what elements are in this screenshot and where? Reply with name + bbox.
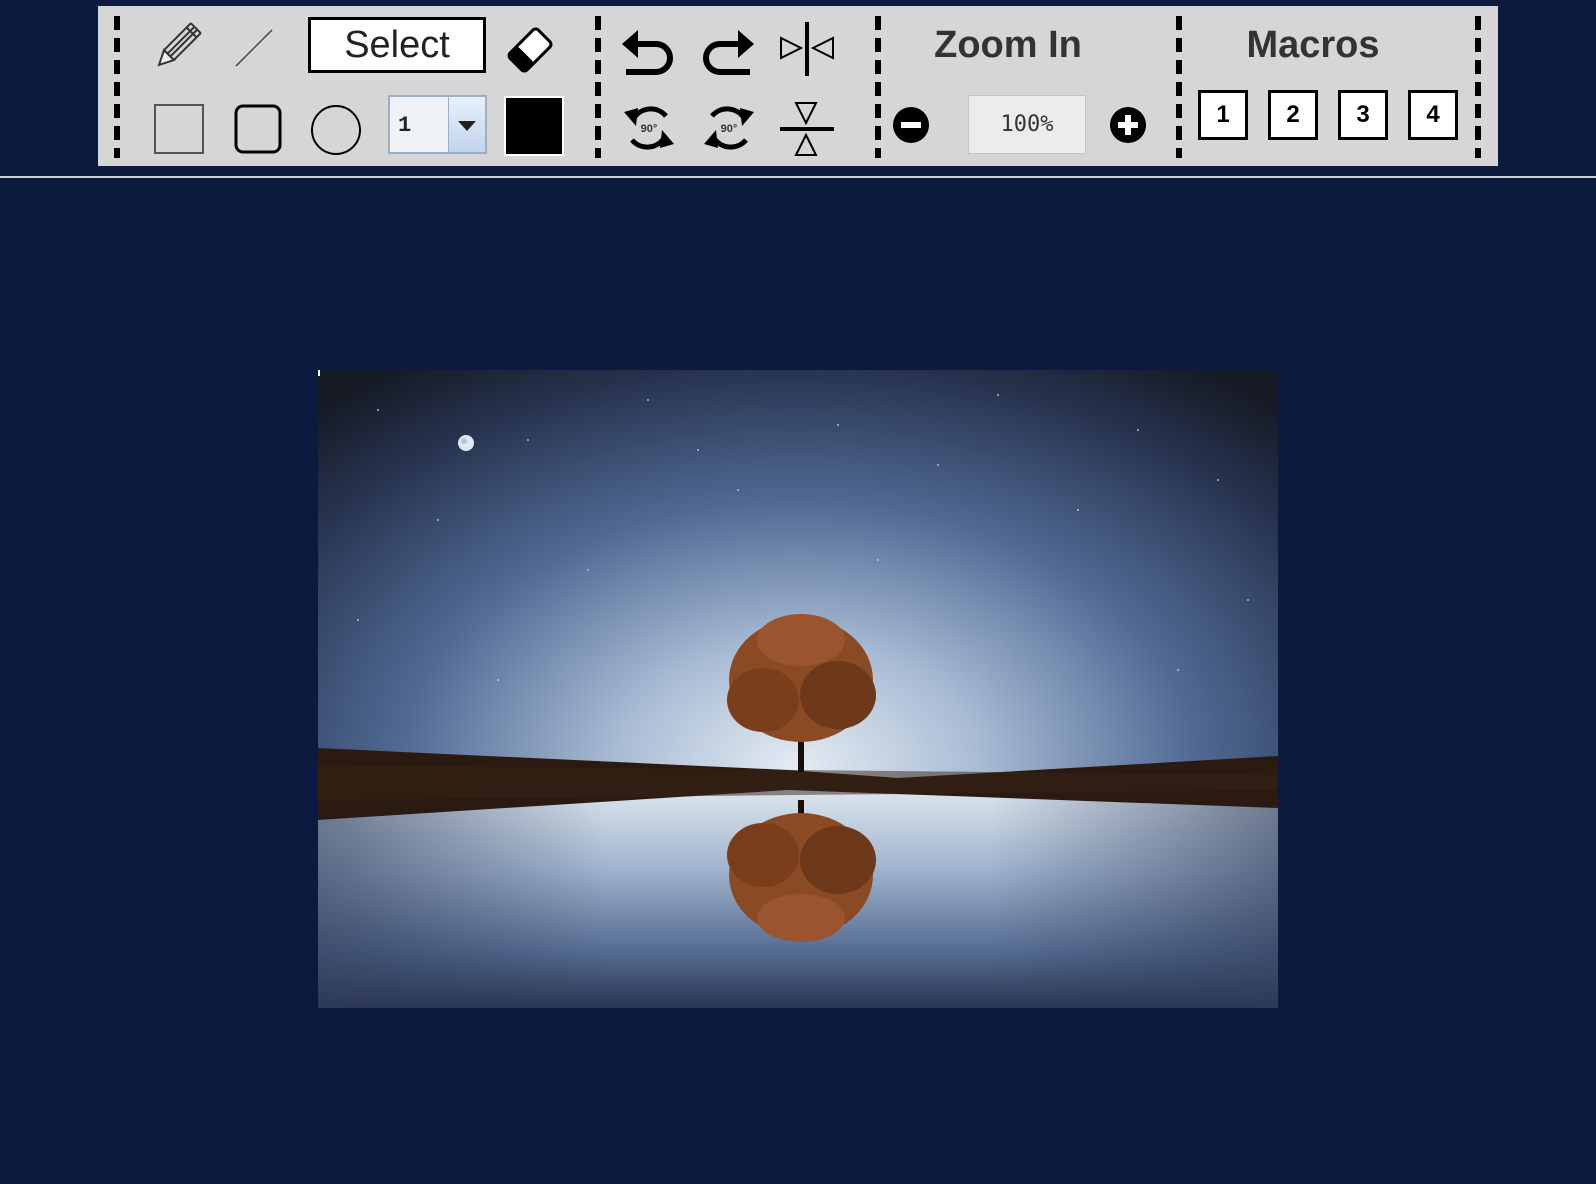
toolbar-separator bbox=[114, 16, 120, 158]
rotate-right-label: 90° bbox=[721, 123, 738, 135]
line-icon[interactable] bbox=[232, 26, 276, 70]
macro-button-1[interactable]: 1 bbox=[1198, 90, 1248, 140]
eraser-icon[interactable] bbox=[500, 20, 560, 80]
rotate-right-icon[interactable]: 90° bbox=[700, 98, 758, 158]
line-width-value: 1 bbox=[398, 113, 412, 138]
select-button[interactable]: Select bbox=[308, 17, 486, 73]
toolbar-separator bbox=[1475, 16, 1481, 158]
rotate-left-icon[interactable]: 90° bbox=[620, 98, 678, 158]
flip-vertical-icon[interactable] bbox=[778, 100, 836, 158]
macro-button-4[interactable]: 4 bbox=[1408, 90, 1458, 140]
chevron-down-icon[interactable] bbox=[448, 97, 485, 152]
macro-button-3[interactable]: 3 bbox=[1338, 90, 1388, 140]
rotate-left-label: 90° bbox=[641, 123, 658, 135]
undo-icon[interactable] bbox=[620, 22, 676, 78]
redo-icon[interactable] bbox=[700, 22, 756, 78]
rounded-rectangle-icon[interactable] bbox=[234, 104, 282, 154]
macro-button-2[interactable]: 2 bbox=[1268, 90, 1318, 140]
toolbar-divider bbox=[0, 176, 1596, 178]
toolbar-separator bbox=[595, 16, 601, 158]
minus-circle-icon[interactable] bbox=[892, 106, 930, 144]
ellipse-icon[interactable] bbox=[310, 104, 362, 156]
canvas-image[interactable] bbox=[318, 370, 1278, 1008]
zoom-title: Zoom In bbox=[934, 24, 1082, 66]
toolbar-separator bbox=[875, 16, 881, 158]
pencil-icon[interactable] bbox=[150, 22, 202, 74]
macros-title: Macros bbox=[1246, 24, 1380, 66]
toolbar-separator bbox=[1176, 16, 1182, 158]
flip-horizontal-icon[interactable] bbox=[778, 20, 836, 78]
color-picker-swatch[interactable] bbox=[504, 96, 564, 156]
zoom-level-field[interactable]: 100% bbox=[968, 95, 1086, 154]
plus-circle-icon[interactable] bbox=[1109, 106, 1147, 144]
line-width-select[interactable]: 1 bbox=[388, 95, 487, 154]
rectangle-icon[interactable] bbox=[154, 104, 204, 154]
toolbar: Select 1 90° 90° Zoom In 100% Macros 1 2… bbox=[98, 6, 1498, 166]
